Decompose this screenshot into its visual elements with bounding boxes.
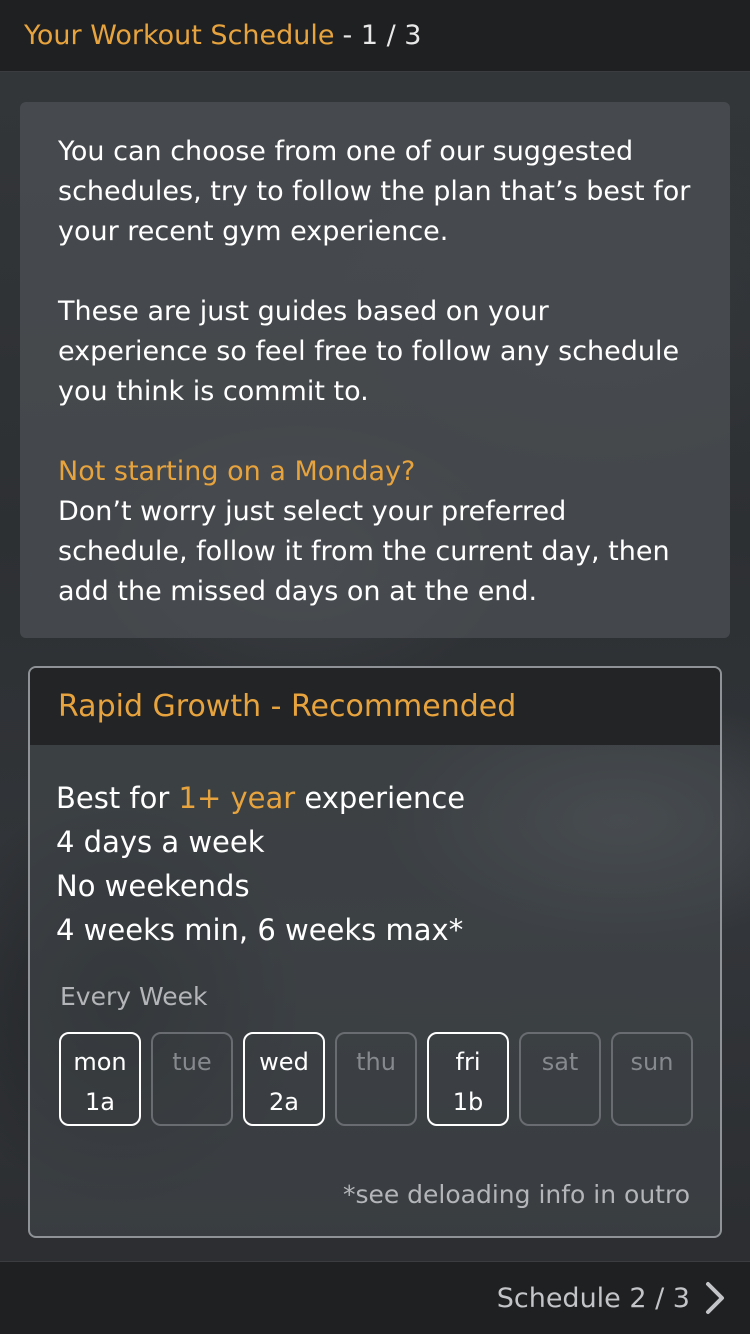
monday-question: Not starting on a Monday? [58,456,416,487]
deloading-note: *see deloading info in outro [342,1180,690,1209]
day-thu: thu [335,1032,417,1126]
day-tue: tue [151,1032,233,1126]
feature-days-per-week: 4 days a week [56,825,265,859]
experience-highlight: 1+ year [178,781,296,815]
next-schedule-button[interactable]: Schedule 2 / 3 [0,1261,750,1334]
day-wed: wed 2a [243,1032,325,1126]
schedule-card[interactable]: Rapid Growth - Recommended Best for 1+ y… [28,666,722,1238]
header-bar: Your Workout Schedule - 1 / 3 [0,0,750,72]
feature-duration: 4 weeks min, 6 weeks max* [56,913,464,947]
day-sun: sun [611,1032,693,1126]
schedule-features: Best for 1+ year experience 4 days a wee… [56,776,465,952]
schedule-title: Rapid Growth - Recommended [30,668,720,745]
intro-text-3: Don’t worry just select your preferred s… [58,496,670,607]
page-counter: - 1 / 3 [342,20,422,51]
next-schedule-label: Schedule 2 / 3 [496,1282,690,1314]
page-title: Your Workout Schedule [24,20,335,51]
every-week-label: Every Week [60,982,208,1011]
day-fri: fri 1b [427,1032,509,1126]
intro-text-2: These are just guides based on your expe… [58,296,680,407]
feature-weekends: No weekends [56,869,250,903]
chevron-right-icon [702,1281,728,1315]
intro-panel: You can choose from one of our suggested… [20,102,730,638]
week-days: mon 1a tue wed 2a thu fri 1b sat sun [59,1032,693,1126]
day-sat: sat [519,1032,601,1126]
feature-experience: Best for 1+ year experience [56,781,466,815]
day-mon: mon 1a [59,1032,141,1126]
intro-text-1: You can choose from one of our suggested… [58,136,691,247]
